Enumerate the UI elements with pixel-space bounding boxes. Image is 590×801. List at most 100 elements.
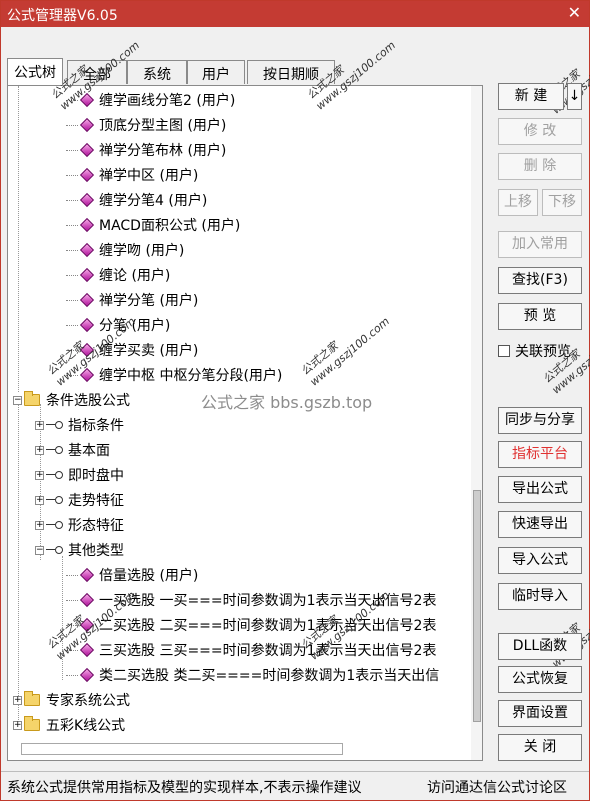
tree-category[interactable]: + 基本面 bbox=[35, 439, 110, 461]
formula-gem-icon bbox=[79, 292, 95, 308]
tree-item[interactable]: 禅学中区 (用户) bbox=[66, 164, 198, 186]
expand-icon[interactable]: + bbox=[13, 695, 22, 705]
close-button[interactable]: 关 闭 bbox=[498, 734, 582, 761]
tree-item[interactable]: 倍量选股 (用户) bbox=[66, 564, 198, 586]
tree-item[interactable]: 缠学中枢 中枢分笔分段(用户) bbox=[66, 364, 282, 386]
tree-folder-label: 条件选股公式 bbox=[46, 393, 130, 409]
tree-connector bbox=[66, 299, 78, 301]
find-button[interactable]: 查找(F3) bbox=[498, 267, 582, 294]
tree-item[interactable]: 禅学分笔 (用户) bbox=[66, 289, 198, 311]
formula-gem-icon bbox=[79, 267, 95, 283]
tree-folder[interactable]: + 五彩K线公式 bbox=[13, 714, 125, 736]
tree-item[interactable]: 缠学吻 (用户) bbox=[66, 239, 184, 261]
tree-category-label: 形态特征 bbox=[68, 518, 124, 534]
tree-item[interactable]: 三买选股 三买===时间参数调为1表示当天出信号2表 bbox=[66, 639, 436, 661]
formula-tree[interactable]: 缠学画线分笔2 (用户) 顶底分型主图 (用户) 禅学分笔布林 (用户) 禅学中… bbox=[7, 85, 483, 761]
folder-icon bbox=[24, 691, 40, 706]
tree-connector bbox=[66, 199, 78, 201]
checkbox-label: 关联预览 bbox=[515, 344, 571, 360]
expand-icon[interactable]: + bbox=[35, 445, 44, 455]
folder-icon bbox=[24, 716, 40, 731]
tree-item-label: 缠学分笔4 (用户) bbox=[99, 193, 208, 209]
export-button[interactable]: 导出公式 bbox=[498, 476, 582, 503]
tree-category[interactable]: + 走势特征 bbox=[35, 489, 124, 511]
collapse-icon[interactable]: − bbox=[13, 395, 22, 405]
modify-button[interactable]: 修 改 bbox=[498, 118, 582, 145]
expand-icon[interactable]: + bbox=[35, 470, 44, 480]
tree-folder[interactable]: − 条件选股公式 bbox=[13, 389, 130, 411]
move-up-button[interactable]: 上移 bbox=[498, 189, 538, 216]
expand-icon[interactable]: + bbox=[35, 420, 44, 430]
tree-item[interactable]: MACD面积公式 (用户) bbox=[66, 214, 240, 236]
checkbox-box[interactable] bbox=[498, 345, 510, 357]
horizontal-scrollbar[interactable] bbox=[21, 743, 343, 755]
tree-item[interactable]: 缠学画线分笔2 (用户) bbox=[66, 89, 235, 111]
tree-category[interactable]: + 指标条件 bbox=[35, 414, 124, 436]
restore-button[interactable]: 公式恢复 bbox=[498, 666, 582, 693]
tree-item[interactable]: 缠论 (用户) bbox=[66, 264, 170, 286]
tree-item[interactable]: 缠学分笔4 (用户) bbox=[66, 189, 207, 211]
key-icon bbox=[46, 471, 63, 479]
tab-system[interactable]: 系统 bbox=[127, 60, 187, 84]
tree-connector bbox=[66, 274, 78, 276]
tree-item-label: 禅学分笔布林 (用户) bbox=[99, 143, 227, 159]
tree-guide-line bbox=[18, 398, 19, 720]
vertical-scrollbar[interactable] bbox=[471, 86, 482, 760]
new-dropdown-button[interactable]: ↓ bbox=[567, 83, 582, 110]
title-bar[interactable]: 公式管理器V6.05 ✕ bbox=[1, 1, 589, 27]
tree-item-label: 顶底分型主图 (用户) bbox=[99, 118, 227, 134]
sync-share-button[interactable]: 同步与分享 bbox=[498, 407, 582, 434]
tab-formula-tree[interactable]: 公式树 bbox=[7, 58, 63, 85]
formula-gem-icon bbox=[79, 242, 95, 258]
tree-folder[interactable]: + 专家系统公式 bbox=[13, 689, 130, 711]
tree-connector bbox=[66, 149, 78, 151]
close-icon[interactable]: ✕ bbox=[568, 3, 581, 22]
tree-connector bbox=[66, 224, 78, 226]
tree-connector bbox=[66, 574, 78, 576]
tree-item[interactable]: 二买选股 二买===时间参数调为1表示当天出信号2表 bbox=[66, 614, 436, 636]
expand-icon[interactable]: + bbox=[13, 720, 22, 730]
tree-item[interactable]: 顶底分型主图 (用户) bbox=[66, 114, 226, 136]
dll-function-button[interactable]: DLL函数 bbox=[498, 633, 582, 660]
tree-connector bbox=[66, 174, 78, 176]
tree-connector bbox=[66, 324, 78, 326]
formula-gem-icon bbox=[79, 192, 95, 208]
folder-icon bbox=[24, 391, 40, 406]
formula-gem-icon bbox=[79, 217, 95, 233]
key-icon bbox=[46, 521, 63, 529]
new-button[interactable]: 新 建 bbox=[498, 83, 564, 110]
tree-item[interactable]: 禅学分笔布林 (用户) bbox=[66, 139, 226, 161]
ui-settings-button[interactable]: 界面设置 bbox=[498, 700, 582, 727]
tree-category-label: 即时盘中 bbox=[68, 468, 124, 484]
move-down-button[interactable]: 下移 bbox=[542, 189, 582, 216]
tree-item-label: 缠论 (用户) bbox=[99, 268, 171, 284]
preview-button[interactable]: 预 览 bbox=[498, 303, 582, 330]
expand-icon[interactable]: + bbox=[35, 495, 44, 505]
tree-category-label: 基本面 bbox=[68, 443, 110, 459]
tree-connector bbox=[66, 599, 78, 601]
scrollbar-thumb[interactable] bbox=[473, 490, 481, 722]
tree-category[interactable]: + 形态特征 bbox=[35, 514, 124, 536]
collapse-icon[interactable]: − bbox=[35, 545, 44, 555]
tree-category[interactable]: − 其他类型 bbox=[35, 539, 124, 561]
indicator-platform-button[interactable]: 指标平台 bbox=[498, 441, 582, 468]
key-icon bbox=[46, 421, 63, 429]
forum-link[interactable]: 访问通达信公式讨论区 bbox=[427, 777, 567, 797]
import-button[interactable]: 导入公式 bbox=[498, 547, 582, 574]
tree-folder-label: 五彩K线公式 bbox=[46, 718, 126, 734]
link-preview-checkbox[interactable]: 关联预览 bbox=[498, 341, 571, 361]
tree-category[interactable]: + 即时盘中 bbox=[35, 464, 124, 486]
tab-user[interactable]: 用户 bbox=[187, 60, 245, 84]
expand-icon[interactable]: + bbox=[35, 520, 44, 530]
tree-item-label: 类二买选股 类二买====时间参数调为1表示当天出信 bbox=[99, 668, 440, 684]
temp-import-button[interactable]: 临时导入 bbox=[498, 583, 582, 610]
delete-button[interactable]: 删 除 bbox=[498, 153, 582, 180]
tree-item-label: 缠学吻 (用户) bbox=[99, 243, 185, 259]
quick-export-button[interactable]: 快速导出 bbox=[498, 511, 582, 538]
tree-folder-label: 专家系统公式 bbox=[46, 693, 130, 709]
formula-gem-icon bbox=[79, 167, 95, 183]
formula-gem-icon bbox=[79, 117, 95, 133]
add-common-button[interactable]: 加入常用 bbox=[498, 231, 582, 258]
key-icon bbox=[46, 446, 63, 454]
tree-item[interactable]: 类二买选股 类二买====时间参数调为1表示当天出信 bbox=[66, 664, 439, 686]
